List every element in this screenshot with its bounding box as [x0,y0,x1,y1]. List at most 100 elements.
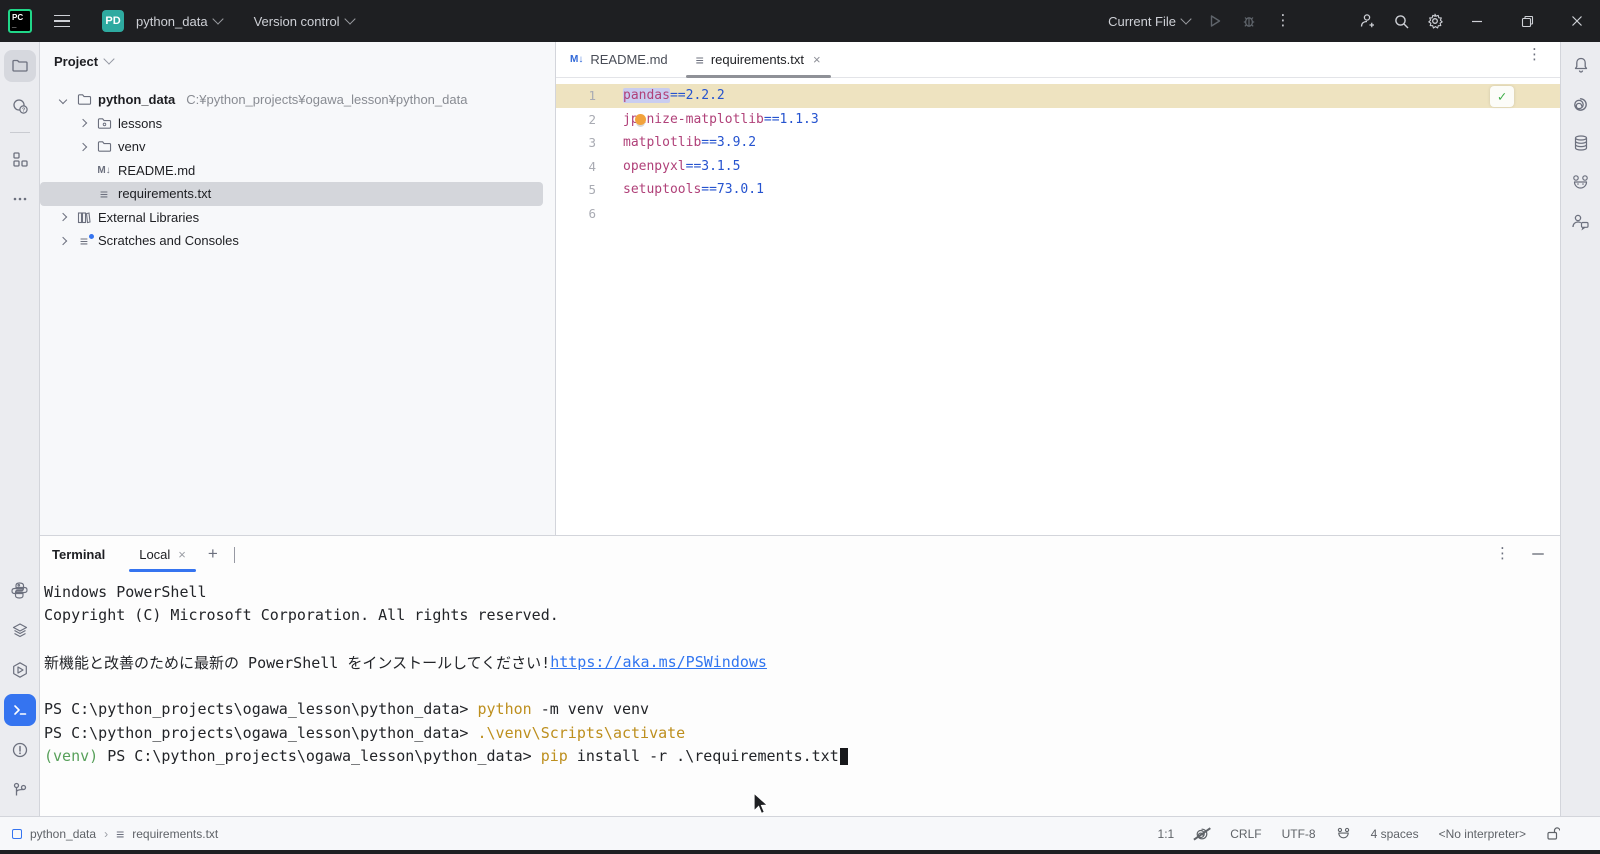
ai-assistant-button[interactable] [1566,89,1596,119]
notifications-button[interactable] [1566,50,1596,80]
tree-row-scratches[interactable]: ≡ Scratches and Consoles [40,229,555,253]
project-tool-button[interactable] [4,50,36,82]
search-everywhere-button[interactable] [1386,6,1416,36]
terminal-line: (venv) PS C:\python_projects\ogawa_lesso… [44,745,1560,769]
more-actions-button[interactable]: ⋮ [1268,6,1298,36]
hide-terminal-button[interactable] [1532,553,1544,555]
markdown-file-icon: M↓ [95,165,113,176]
problems-tool-button[interactable] [4,734,36,766]
code-with-me-button[interactable] [1352,6,1382,36]
code-line-4[interactable]: 4 openpyxl==3.1.5 [556,155,1560,179]
project-tree: python_data C:¥python_projects¥ogawa_les… [40,80,555,253]
chevron-down-icon [212,13,223,24]
commit-tool-button[interactable]: ? [4,90,36,122]
right-tool-stripe [1560,42,1600,816]
services-tool-button[interactable] [4,654,36,686]
interpreter-widget[interactable]: <No interpreter> [1439,827,1526,841]
editor-area: M↓ README.md ≡ requirements.txt × ⋮ 1 pa… [556,42,1560,535]
add-user-icon [1358,12,1376,30]
python-packages-tool-button[interactable] [4,614,36,646]
python-icon [10,581,29,600]
package-name: j [623,112,631,127]
tab-requirements[interactable]: ≡ requirements.txt × [682,42,835,78]
code-line-5[interactable]: 5 setuptools==73.0.1 [556,178,1560,202]
terminal-tab-local[interactable]: Local × [131,536,194,572]
tree-row-python-data[interactable]: python_data C:¥python_projects¥ogawa_les… [40,88,555,112]
git-tool-button[interactable] [4,774,36,806]
intention-bulb-icon[interactable] [635,114,646,125]
tree-row-external-libraries[interactable]: External Libraries [40,206,555,230]
terminal-options-button[interactable]: ⋮ [1495,549,1510,559]
tab-close-icon[interactable]: × [178,547,186,562]
database-button[interactable] [1566,128,1596,158]
project-selector[interactable]: python_data [130,6,228,36]
mouse-cursor [750,792,770,816]
python-console-tool-button[interactable] [4,574,36,606]
chevron-collapsed-icon[interactable] [76,120,90,126]
chevron-collapsed-icon[interactable] [56,238,70,244]
title-bar-left: PC_ PD python_data Version control [0,6,360,36]
encoding-widget[interactable]: UTF-8 [1282,827,1316,841]
folder-icon [95,140,113,153]
inspections-widget[interactable]: ✓ [1490,86,1514,107]
project-badge[interactable]: PD [102,10,124,32]
close-button[interactable] [1554,0,1600,42]
minimize-button[interactable] [1454,0,1500,42]
run-configuration-selector[interactable]: Current File [1102,6,1196,36]
command-text: python [477,700,531,718]
project-panel-header[interactable]: Project [40,42,555,80]
code-line-1[interactable]: 1 pandas==2.2.2 [556,84,1560,108]
terminal-output[interactable]: Windows PowerShell Copyright (C) Microso… [40,572,1560,768]
tree-label: lessons [118,116,162,131]
code-line-6[interactable]: 6 [556,202,1560,226]
debug-button[interactable] [1234,6,1264,36]
version-control-menu[interactable]: Version control [248,6,360,36]
terminal-line: PS C:\python_projects\ogawa_lesson\pytho… [44,698,1560,722]
close-icon [1571,15,1583,27]
code-editor[interactable]: 1 pandas==2.2.2 2 jpanize-matplotlib==1.… [556,78,1560,225]
hugging-face-button[interactable] [1566,167,1596,197]
tree-row-requirements[interactable]: ≡ requirements.txt [40,182,543,206]
structure-tool-button[interactable] [4,143,36,175]
tab-close-icon[interactable]: × [813,52,821,67]
ai-disabled-icon[interactable] [1194,826,1210,842]
tab-readme[interactable]: M↓ README.md [556,42,682,78]
caret-position-widget[interactable]: 1:1 [1158,827,1175,841]
search-icon [1393,13,1410,30]
terminal-tool-button[interactable] [4,694,36,726]
version-spec: ==1.1.3 [764,112,819,127]
package-name: openpyxl [623,159,686,174]
code-line-2[interactable]: 2 jpanize-matplotlib==1.1.3 [556,108,1560,132]
pycharm-logo-icon[interactable]: PC_ [8,9,32,33]
restore-button[interactable] [1504,0,1550,42]
run-button[interactable] [1200,6,1230,36]
more-tool-windows-button[interactable] [4,183,36,215]
hugging-face-status-icon[interactable] [1336,826,1351,841]
powershell-link[interactable]: https://aka.ms/PSWindows [550,653,767,671]
line-ending-widget[interactable]: CRLF [1230,827,1261,841]
tree-row-venv[interactable]: venv [40,135,555,159]
restore-icon [1521,15,1534,28]
left-tool-stripe: ? [0,42,40,816]
text-file-icon: ≡ [116,829,124,839]
chevron-collapsed-icon[interactable] [56,214,70,220]
main-menu-button[interactable] [44,6,80,36]
chevron-expanded-icon[interactable] [56,97,70,103]
bug-icon [1241,13,1257,29]
new-terminal-button[interactable]: + [208,544,218,564]
code-line-3[interactable]: 3 matplotlib==3.9.2 [556,131,1560,155]
editor-more-button[interactable]: ⋮ [1527,52,1542,58]
line-number: 3 [556,135,596,150]
unlock-icon[interactable] [1546,826,1560,841]
breadcrumb-file[interactable]: requirements.txt [132,827,218,841]
tree-row-readme[interactable]: M↓ README.md [40,159,555,183]
settings-button[interactable] [1420,6,1450,36]
chevron-collapsed-icon[interactable] [76,144,90,150]
line-number: 2 [556,112,596,127]
breadcrumb-project[interactable]: python_data [30,827,96,841]
tree-label: requirements.txt [118,186,211,201]
tree-row-lessons[interactable]: lessons [40,112,555,136]
code-with-me-users-button[interactable] [1566,206,1596,236]
indent-widget[interactable]: 4 spaces [1371,827,1419,841]
terminal-dropdown-button[interactable] [234,547,235,562]
